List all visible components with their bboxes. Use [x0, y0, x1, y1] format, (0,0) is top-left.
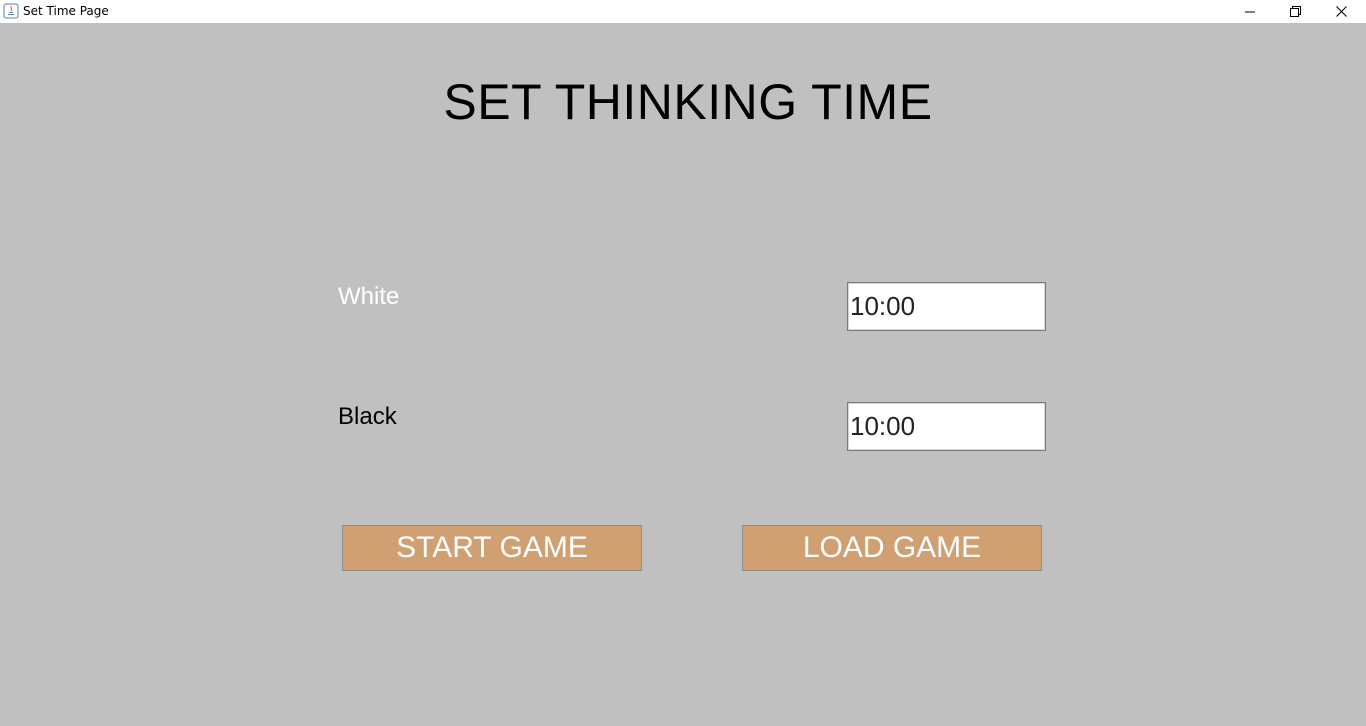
- load-game-button[interactable]: LOAD GAME: [742, 525, 1042, 571]
- title-bar[interactable]: Set Time Page: [0, 0, 1366, 23]
- minimize-button[interactable]: [1227, 0, 1273, 23]
- black-player-label: Black: [338, 403, 397, 430]
- close-icon: [1335, 6, 1347, 17]
- white-time-input[interactable]: [847, 282, 1046, 331]
- start-game-button[interactable]: START GAME: [342, 525, 642, 571]
- page-title: SET THINKING TIME: [443, 74, 933, 130]
- set-time-panel: SET THINKING TIME White Black START GAME…: [0, 23, 1366, 726]
- white-player-label: White: [338, 283, 400, 310]
- restore-button[interactable]: [1272, 0, 1318, 23]
- app-window: Set Time Page SET THINKING TIME White Bl…: [0, 0, 1366, 726]
- restore-icon: [1289, 6, 1301, 17]
- black-time-input[interactable]: [847, 402, 1046, 451]
- java-icon: [3, 3, 19, 19]
- minimize-icon: [1245, 11, 1255, 12]
- close-button[interactable]: [1318, 0, 1364, 23]
- window-title: Set Time Page: [23, 4, 109, 18]
